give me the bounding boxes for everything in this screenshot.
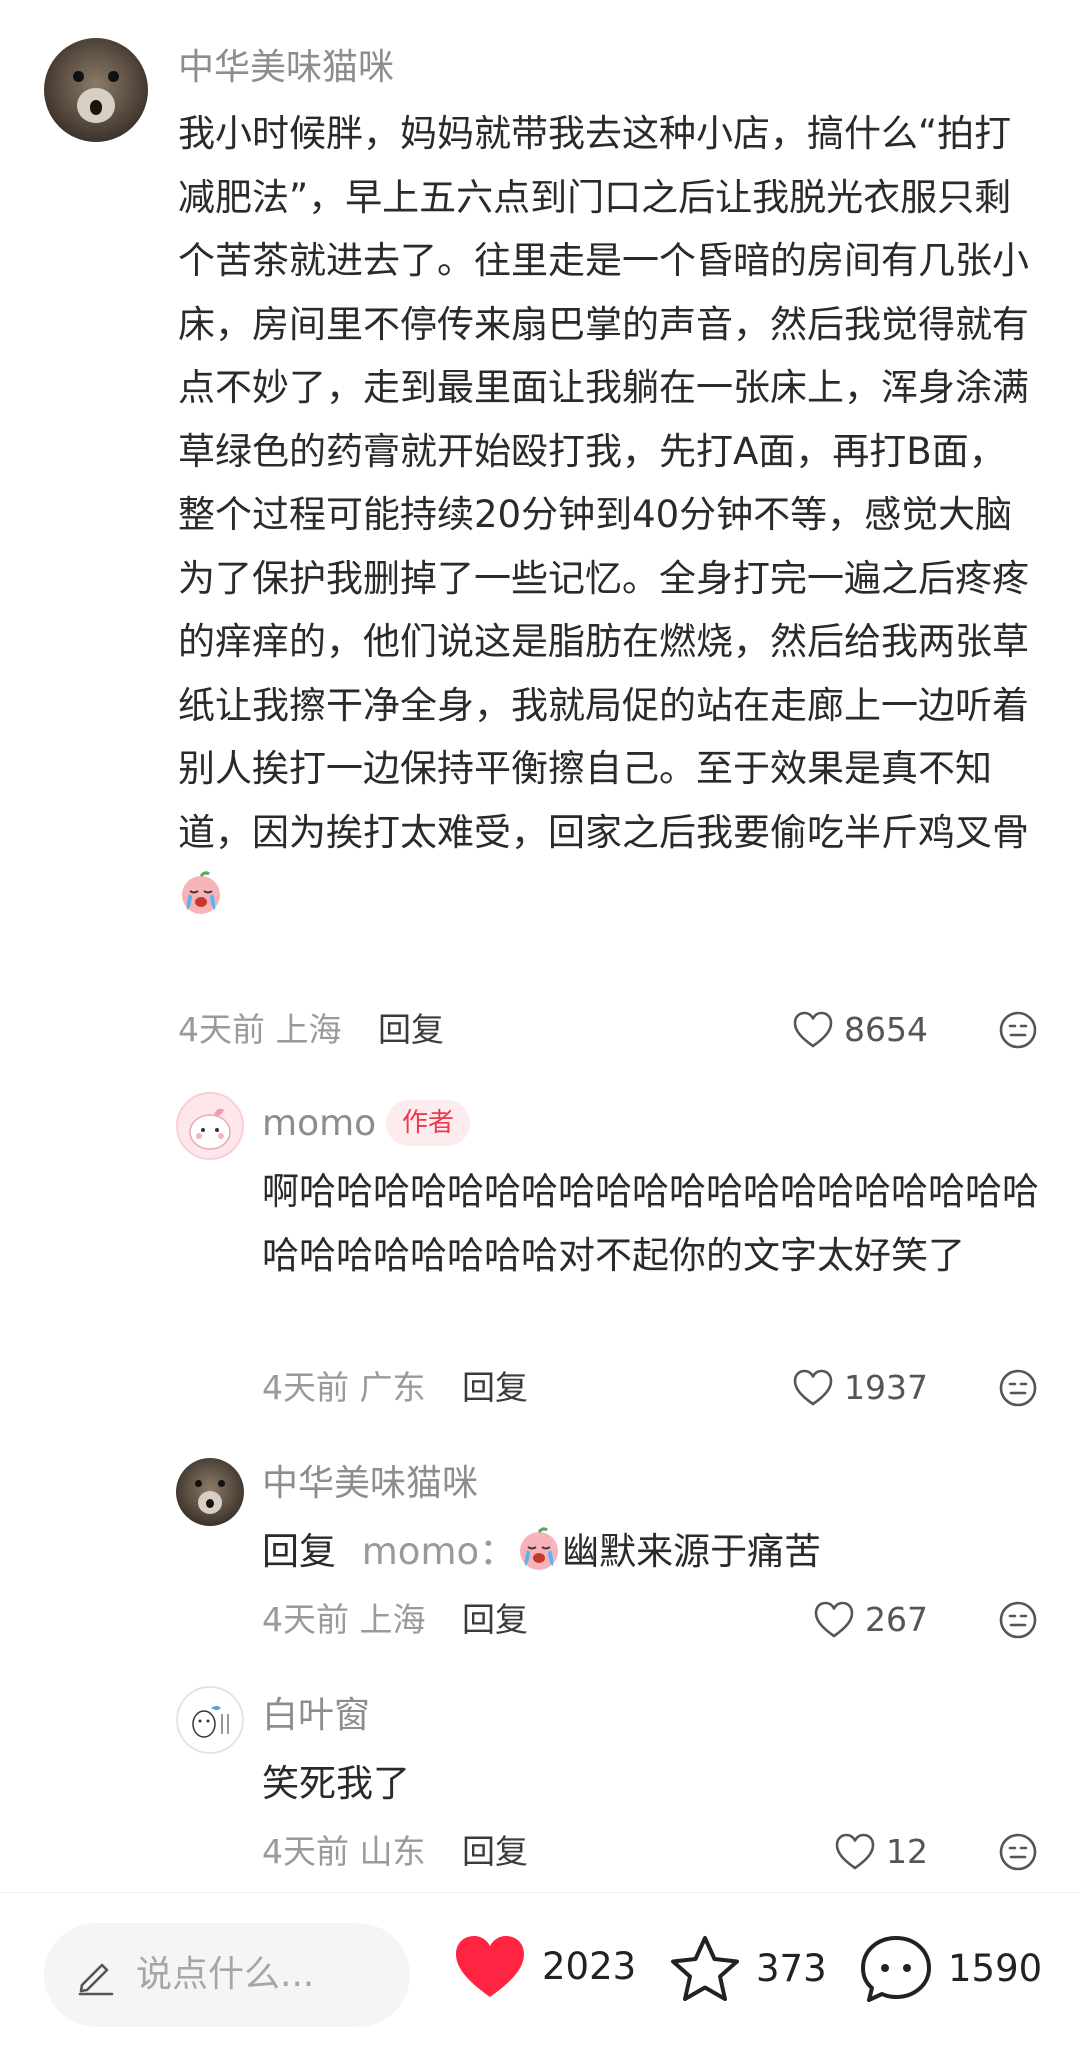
comment-count-button[interactable]: 1590 (858, 1933, 1042, 2005)
comment-meta: 4天前 上海 回复 (178, 1008, 444, 1052)
comment-time: 4天前 (178, 1010, 265, 1049)
avatar[interactable] (176, 1092, 244, 1160)
comment-text-body: 我小时候胖，妈妈就带我去这种小店，搞什么“拍打减肥法”，早上五六点到门口之后让我… (178, 112, 1029, 854)
reply-meta: 4天前 山东 回复 (262, 1830, 528, 1874)
collect-count: 373 (756, 1947, 827, 1990)
reply-to-user[interactable]: momo： (362, 1530, 516, 1573)
crying-emoji-icon (178, 870, 224, 936)
reply-text: 回复 momo： 幽默来源于痛苦 (262, 1520, 1040, 1592)
reaction-face-icon[interactable] (998, 1368, 1038, 1412)
reaction-face-icon[interactable] (998, 1600, 1038, 1644)
like-count: 267 (865, 1600, 928, 1639)
reply-button[interactable]: 回复 (462, 1368, 528, 1407)
reply-button[interactable]: 回复 (462, 1832, 528, 1871)
reply-item: 白叶窗 笑死我了 4天前 山东 回复 12 (0, 1672, 1080, 1892)
chat-bubble-icon (861, 1936, 931, 2002)
reaction-face-icon[interactable] (998, 1832, 1038, 1876)
reply-location: 广东 (359, 1368, 426, 1407)
comment-count: 1590 (948, 1947, 1043, 1990)
reply-username[interactable]: 中华美味猫咪 (262, 1462, 478, 1506)
author-badge: 作者 (386, 1100, 471, 1146)
comment-text: 我小时候胖，妈妈就带我去这种小店，搞什么“拍打减肥法”，早上五六点到门口之后让我… (178, 102, 1040, 936)
reply-text: 啊哈哈哈哈哈哈哈哈哈哈哈哈哈哈哈哈哈哈哈哈哈哈哈哈哈哈哈哈对不起你的文字太好笑了 (262, 1170, 1039, 1277)
reply-meta: 4天前 上海 回复 (262, 1598, 528, 1642)
avatar-illustration (189, 1108, 231, 1150)
reply-location: 山东 (359, 1832, 426, 1871)
crying-emoji-icon (516, 1526, 562, 1592)
comment-item: 中华美味猫咪 我小时候胖，妈妈就带我去这种小店，搞什么“拍打减肥法”，早上五六点… (0, 0, 1080, 1080)
avatar[interactable] (44, 38, 148, 142)
collect-button[interactable]: 373 (668, 1933, 827, 2005)
like-count: 1937 (844, 1368, 928, 1407)
avatar-eye (73, 71, 84, 82)
like-button[interactable]: 8654 (792, 1008, 928, 1052)
avatar[interactable] (176, 1686, 244, 1754)
avatar-mouth (89, 100, 103, 115)
comment-input-placeholder: 说点什么... (136, 1954, 315, 1995)
reply-prefix: 回复 (262, 1530, 336, 1573)
avatar-eye (195, 1479, 202, 1487)
reply-item: momo 作者 啊哈哈哈哈哈哈哈哈哈哈哈哈哈哈哈哈哈哈哈哈哈哈哈哈哈哈哈哈对不起… (0, 1080, 1080, 1440)
bottom-action-bar: 说点什么... 2023 373 1590 (0, 1892, 1080, 2057)
pencil-icon (74, 1953, 118, 2001)
reply-time: 4天前 (262, 1368, 349, 1407)
like-button[interactable]: 12 (834, 1830, 928, 1874)
heart-outline-icon (814, 1601, 854, 1638)
heart-outline-icon (835, 1833, 875, 1870)
reply-item: 中华美味猫咪 回复 momo： 幽默来源于痛苦 4天前 上海 回复 267 (0, 1440, 1080, 1672)
reply-button[interactable]: 回复 (378, 1010, 444, 1049)
comment-location: 上海 (275, 1010, 342, 1049)
like-note-button[interactable]: 2023 (452, 1933, 636, 2001)
like-note-count: 2023 (542, 1945, 637, 1988)
reply-meta: 4天前 广东 回复 (262, 1366, 528, 1410)
like-button[interactable]: 267 (813, 1598, 928, 1642)
reply-time: 4天前 (262, 1832, 349, 1871)
heart-filled-icon (456, 1936, 524, 1997)
reply-username[interactable]: momo (262, 1102, 376, 1146)
comment-input[interactable]: 说点什么... (44, 1923, 410, 2027)
star-icon (671, 1936, 739, 2001)
heart-outline-icon (793, 1369, 833, 1406)
avatar-illustration (192, 1706, 229, 1738)
reply-time: 4天前 (262, 1600, 349, 1639)
like-count: 12 (886, 1832, 928, 1871)
like-button[interactable]: 1937 (792, 1366, 928, 1410)
reaction-face-icon[interactable] (998, 1010, 1038, 1054)
avatar-eye (108, 71, 119, 82)
comment-username[interactable]: 中华美味猫咪 (178, 46, 394, 90)
reply-location: 上海 (359, 1600, 426, 1639)
reply-text-body: 幽默来源于痛苦 (562, 1530, 822, 1573)
reply-username[interactable]: 白叶窗 (262, 1694, 370, 1738)
heart-outline-icon (793, 1011, 833, 1048)
reply-button[interactable]: 回复 (462, 1600, 528, 1639)
avatar-eye (218, 1479, 225, 1487)
like-count: 8654 (844, 1010, 928, 1049)
avatar[interactable] (176, 1458, 244, 1526)
reply-text: 笑死我了 (262, 1762, 410, 1805)
